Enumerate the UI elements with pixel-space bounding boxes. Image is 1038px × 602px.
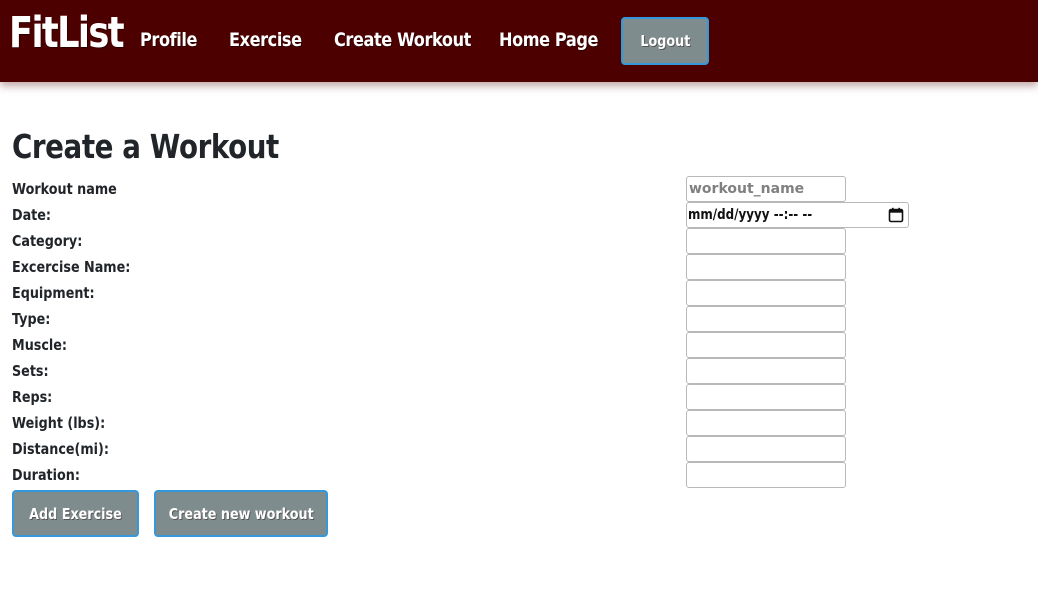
nav-link-profile[interactable]: Profile: [140, 29, 197, 51]
page-title: Create a Workout: [12, 127, 279, 166]
navbar: FitList Profile Exercise Create Workout …: [0, 0, 1038, 82]
logout-button-label: Logout: [640, 32, 690, 50]
date-input[interactable]: mm/dd/yyyy --:-- --: [686, 202, 909, 228]
equipment-label: Equipment:: [12, 284, 95, 302]
logout-button[interactable]: Logout: [621, 17, 709, 65]
nav-link-exercise[interactable]: Exercise: [229, 29, 302, 51]
weight-label: Weight (lbs):: [12, 414, 106, 432]
category-input[interactable]: [686, 228, 846, 254]
workout-name-label: Workout name: [12, 180, 117, 198]
sets-input[interactable]: [686, 358, 846, 384]
calendar-icon[interactable]: [888, 207, 904, 223]
nav-link-create-workout[interactable]: Create Workout: [334, 29, 471, 51]
brand-logo[interactable]: FitList: [9, 8, 125, 58]
exercise-name-input[interactable]: [686, 254, 846, 280]
weight-input[interactable]: [686, 410, 846, 436]
create-new-workout-button-label: Create new workout: [168, 504, 314, 523]
equipment-input[interactable]: [686, 280, 846, 306]
add-exercise-button[interactable]: Add Exercise: [12, 490, 139, 537]
type-input[interactable]: [686, 306, 846, 332]
add-exercise-button-label: Add Exercise: [29, 504, 122, 523]
duration-input[interactable]: [686, 462, 846, 488]
reps-label: Reps:: [12, 388, 53, 406]
duration-label: Duration:: [12, 466, 80, 484]
create-new-workout-button[interactable]: Create new workout: [154, 490, 328, 537]
exercise-name-label: Excercise Name:: [12, 258, 131, 276]
date-input-placeholder: mm/dd/yyyy --:-- --: [688, 207, 813, 223]
category-label: Category:: [12, 232, 83, 250]
sets-label: Sets:: [12, 362, 49, 380]
nav-link-home-page[interactable]: Home Page: [499, 29, 598, 51]
distance-input[interactable]: [686, 436, 846, 462]
workout-name-input[interactable]: [686, 176, 846, 202]
distance-label: Distance(mi):: [12, 440, 109, 458]
muscle-label: Muscle:: [12, 336, 68, 354]
type-label: Type:: [12, 310, 51, 328]
reps-input[interactable]: [686, 384, 846, 410]
date-label: Date:: [12, 206, 52, 224]
muscle-input[interactable]: [686, 332, 846, 358]
